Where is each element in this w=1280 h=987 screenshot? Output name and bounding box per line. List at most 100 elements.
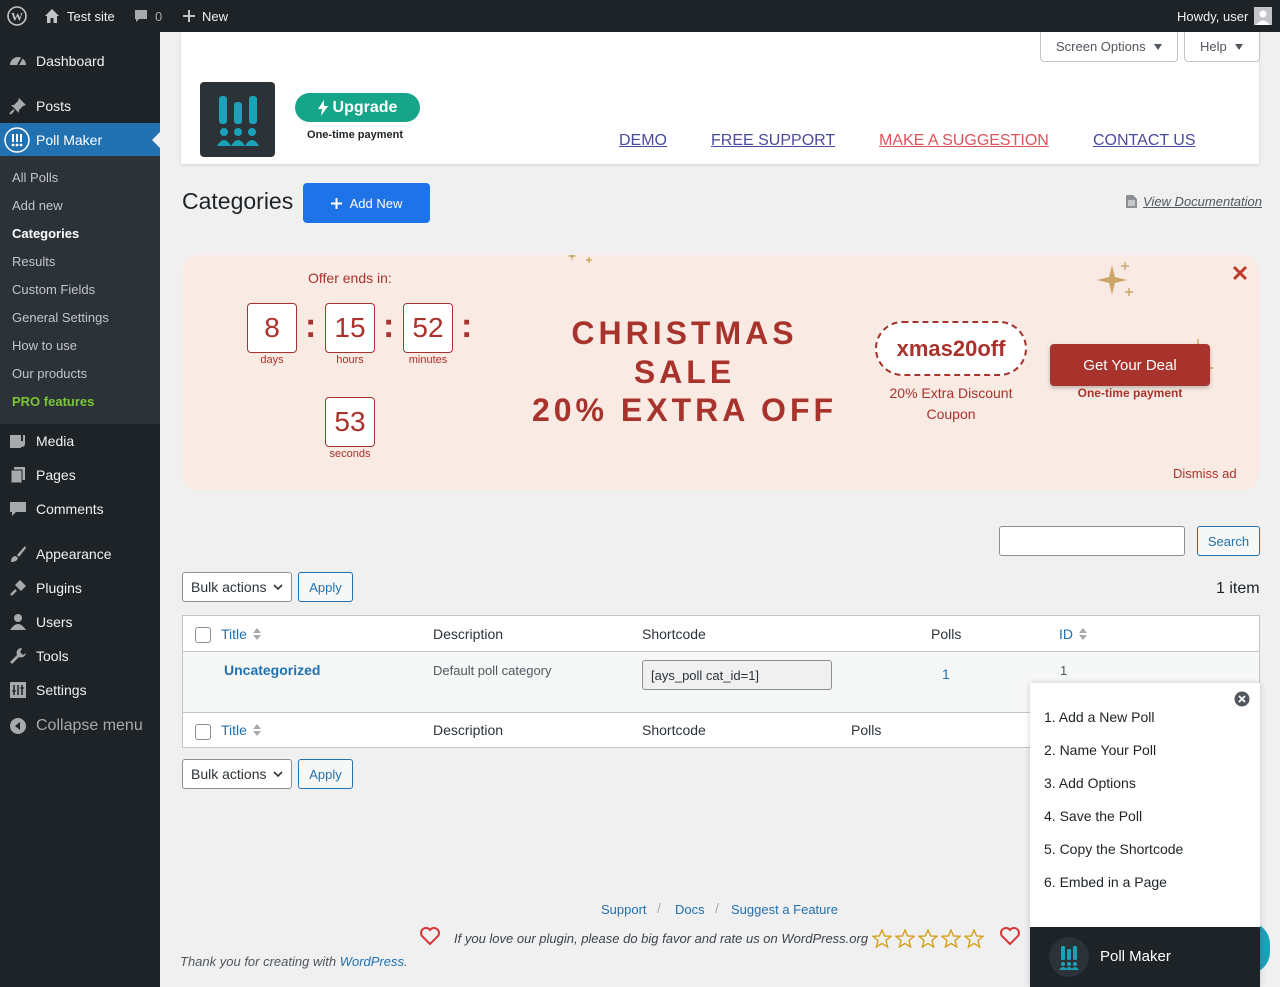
submenu-all-polls[interactable]: All Polls — [12, 170, 58, 185]
menu-posts[interactable]: Posts — [0, 89, 160, 123]
user-icon — [10, 614, 26, 630]
step-copy-shortcode[interactable]: 5. Copy the Shortcode — [1044, 841, 1183, 857]
apply-button[interactable]: Apply — [298, 572, 353, 602]
close-icon[interactable] — [1232, 265, 1248, 281]
wordpress-logo-icon[interactable]: W — [7, 0, 27, 32]
sparkle-icon — [1097, 262, 1133, 296]
home-icon — [45, 9, 59, 23]
coupon-code[interactable]: xmas20off — [875, 321, 1027, 376]
menu-plugins[interactable]: Plugins — [0, 571, 160, 605]
poll-maker-submenu: All Polls Add new Categories Results Cus… — [0, 156, 160, 424]
support-link[interactable]: Support — [601, 902, 647, 917]
menu-media[interactable]: Media — [0, 424, 160, 458]
submenu-pro-features[interactable]: PRO features — [12, 394, 94, 409]
step-add-new-poll[interactable]: 1. Add a New Poll — [1044, 709, 1155, 725]
submenu-categories[interactable]: Categories — [12, 226, 79, 241]
submenu-how-to-use[interactable]: How to use — [12, 338, 77, 353]
submenu-results[interactable]: Results — [12, 254, 55, 269]
wordpress-link[interactable]: WordPress — [340, 954, 404, 969]
step-embed-page[interactable]: 6. Embed in a Page — [1044, 874, 1167, 890]
close-circle-icon[interactable] — [1234, 691, 1250, 707]
comments-link[interactable]: 0 — [133, 0, 162, 32]
add-new-button[interactable]: Add New — [303, 183, 430, 223]
shortcode-field[interactable]: [ays_poll cat_id=1] — [642, 660, 832, 690]
menu-label: Media — [36, 433, 75, 449]
title-column-sort-footer[interactable]: Title — [221, 722, 261, 738]
admin-sidebar: Dashboard Posts Poll Maker All Polls Add… — [0, 32, 160, 987]
sort-icon — [252, 628, 261, 640]
menu-label: Users — [36, 614, 73, 630]
plugin-icon — [10, 580, 26, 596]
menu-label: Plugins — [36, 580, 82, 596]
countdown-hours-label: hours — [336, 354, 364, 366]
site-name: Test site — [67, 8, 115, 24]
current-arrow-icon — [152, 132, 160, 148]
star-icon[interactable] — [895, 929, 915, 948]
submenu-custom-fields[interactable]: Custom Fields — [12, 282, 95, 297]
column-description: Description — [433, 722, 504, 738]
submenu-general-settings[interactable]: General Settings — [12, 310, 109, 325]
submenu-our-products[interactable]: Our products — [12, 366, 87, 381]
footer-period: . — [404, 954, 408, 969]
step-save-poll[interactable]: 4. Save the Poll — [1044, 808, 1142, 824]
submenu-add-new[interactable]: Add new — [12, 198, 63, 213]
plugin-logo — [200, 82, 275, 157]
screen-options-button[interactable]: Screen Options — [1040, 32, 1178, 62]
category-title-link[interactable]: Uncategorized — [224, 662, 320, 678]
free-support-link[interactable]: FREE SUPPORT — [711, 132, 835, 150]
contact-us-link[interactable]: CONTACT US — [1093, 132, 1196, 150]
menu-settings[interactable]: Settings — [0, 673, 160, 707]
bulk-actions-select-bottom[interactable]: Bulk actions — [182, 759, 292, 789]
suggest-feature-link[interactable]: Suggest a Feature — [731, 902, 838, 917]
make-suggestion-link[interactable]: MAKE A SUGGESTION — [879, 132, 1049, 150]
bulk-actions-select[interactable]: Bulk actions — [182, 572, 292, 602]
plus-icon — [183, 10, 195, 22]
star-icon[interactable] — [941, 929, 961, 948]
thanks-text: Thank you for creating with — [180, 954, 340, 969]
site-name-link[interactable]: Test site — [43, 0, 115, 32]
onboarding-steps-popup: 1. Add a New Poll 2. Name Your Poll 3. A… — [1030, 683, 1260, 987]
menu-tools[interactable]: Tools — [0, 639, 160, 673]
polls-count-link[interactable]: 1 — [942, 666, 950, 682]
step-name-poll[interactable]: 2. Name Your Poll — [1044, 742, 1156, 758]
menu-appearance[interactable]: Appearance — [0, 537, 160, 571]
menu-dashboard[interactable]: Dashboard — [0, 44, 160, 78]
menu-comments[interactable]: Comments — [0, 492, 160, 526]
id-column-sort[interactable]: ID — [1059, 626, 1087, 642]
countdown-separator: : — [461, 307, 473, 345]
menu-users[interactable]: Users — [0, 605, 160, 639]
star-icon[interactable] — [872, 929, 892, 948]
heart-icon — [420, 927, 440, 946]
countdown-days: 8 — [247, 303, 297, 353]
menu-poll-maker[interactable]: Poll Maker — [0, 123, 160, 157]
brush-icon — [11, 546, 26, 562]
comment-bubble-icon — [135, 10, 147, 22]
view-documentation-link[interactable]: View Documentation — [1126, 194, 1262, 209]
search-input[interactable] — [999, 526, 1185, 556]
step-add-options[interactable]: 3. Add Options — [1044, 775, 1136, 791]
upgrade-label: Upgrade — [332, 98, 398, 116]
rating-stars[interactable] — [872, 929, 984, 948]
docs-link[interactable]: Docs — [675, 902, 705, 917]
get-your-deal-button[interactable]: Get Your Deal — [1050, 344, 1210, 386]
menu-pages[interactable]: Pages — [0, 458, 160, 492]
category-description: Default poll category — [433, 663, 552, 678]
star-icon[interactable] — [964, 929, 984, 948]
dismiss-ad-link[interactable]: Dismiss ad — [1173, 466, 1237, 481]
apply-button-bottom[interactable]: Apply — [298, 759, 353, 789]
demo-link[interactable]: DEMO — [619, 132, 667, 150]
search-button[interactable]: Search — [1197, 526, 1260, 556]
menu-collapse[interactable]: Collapse menu — [0, 709, 160, 743]
select-all-checkbox[interactable] — [195, 627, 211, 643]
my-account-link[interactable]: Howdy, user — [1177, 0, 1273, 32]
menu-label: Settings — [36, 682, 87, 698]
offer-ends-label: Offer ends in: — [308, 270, 392, 286]
select-all-checkbox-footer[interactable] — [195, 724, 211, 740]
star-icon[interactable] — [918, 929, 938, 948]
upgrade-button[interactable]: Upgrade — [295, 93, 420, 122]
new-content-link[interactable]: New — [182, 0, 228, 32]
title-column-sort[interactable]: Title — [221, 626, 261, 642]
comment-count: 0 — [155, 8, 163, 24]
sale-title-line-2: SALE — [633, 354, 736, 390]
help-button[interactable]: Help — [1184, 32, 1260, 62]
